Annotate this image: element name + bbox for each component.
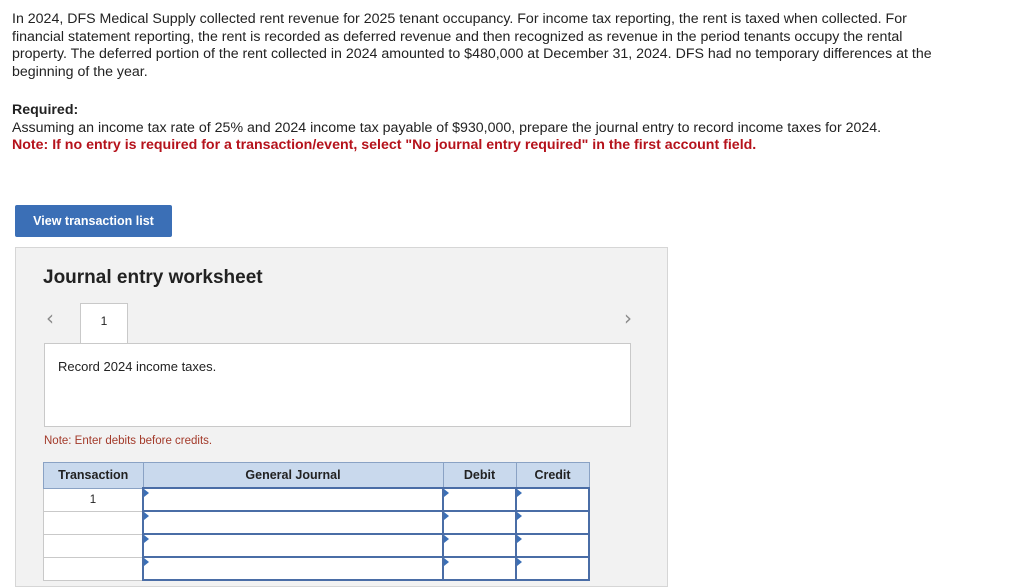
credit-field[interactable] bbox=[515, 533, 590, 558]
credit-field[interactable] bbox=[515, 487, 590, 512]
worksheet-tab-1[interactable]: 1 bbox=[80, 303, 128, 343]
dropdown-marker-icon bbox=[517, 489, 522, 497]
transaction-number: 1 bbox=[43, 487, 144, 512]
description-text: Record 2024 income taxes. bbox=[58, 359, 217, 374]
credit-input[interactable] bbox=[517, 489, 588, 510]
debits-credits-note: Note: Enter debits before credits. bbox=[44, 435, 213, 447]
table-row bbox=[43, 510, 590, 535]
required-title: Required: bbox=[12, 102, 79, 118]
dropdown-marker-icon bbox=[444, 512, 449, 520]
table-row bbox=[43, 533, 590, 558]
dropdown-marker-icon bbox=[144, 489, 149, 497]
problem-paragraph: In 2024, DFS Medical Supply collected re… bbox=[12, 11, 932, 80]
header-credit: Credit bbox=[515, 462, 590, 489]
account-field[interactable] bbox=[142, 556, 444, 581]
debit-input[interactable] bbox=[444, 489, 515, 510]
transaction-number bbox=[43, 533, 144, 558]
debit-input[interactable] bbox=[444, 512, 515, 533]
dropdown-marker-icon bbox=[517, 535, 522, 543]
view-transaction-list-button[interactable]: View transaction list bbox=[15, 205, 172, 237]
account-field[interactable] bbox=[142, 487, 444, 512]
debit-field[interactable] bbox=[442, 510, 517, 535]
journal-entry-worksheet: Journal entry worksheet ‹ 1 › Record 202… bbox=[15, 247, 668, 587]
header-general-journal: General Journal bbox=[142, 462, 444, 489]
dropdown-marker-icon bbox=[144, 535, 149, 543]
debit-input[interactable] bbox=[444, 535, 515, 556]
required-text: Assuming an income tax rate of 25% and 2… bbox=[12, 119, 882, 136]
dropdown-marker-icon bbox=[444, 535, 449, 543]
dropdown-marker-icon bbox=[144, 558, 149, 566]
header-transaction: Transaction bbox=[43, 462, 144, 489]
account-input[interactable] bbox=[144, 489, 442, 510]
account-input[interactable] bbox=[144, 512, 442, 533]
dropdown-marker-icon bbox=[517, 558, 522, 566]
table-header-row: Transaction General Journal Debit Credit bbox=[43, 462, 590, 489]
transaction-description: Record 2024 income taxes. bbox=[44, 343, 631, 427]
transaction-number bbox=[43, 556, 144, 581]
account-field[interactable] bbox=[142, 533, 444, 558]
dropdown-marker-icon bbox=[444, 489, 449, 497]
credit-field[interactable] bbox=[515, 510, 590, 535]
account-field[interactable] bbox=[142, 510, 444, 535]
chevron-right-icon[interactable]: › bbox=[624, 306, 632, 330]
credit-input[interactable] bbox=[517, 512, 588, 533]
transaction-number bbox=[43, 510, 144, 535]
header-debit: Debit bbox=[442, 462, 517, 489]
debit-field[interactable] bbox=[442, 533, 517, 558]
required-note: Note: If no entry is required for a tran… bbox=[12, 137, 757, 154]
dropdown-marker-icon bbox=[144, 512, 149, 520]
debit-field[interactable] bbox=[442, 556, 517, 581]
credit-field[interactable] bbox=[515, 556, 590, 581]
table-row bbox=[43, 556, 590, 581]
account-input[interactable] bbox=[144, 535, 442, 556]
dropdown-marker-icon bbox=[444, 558, 449, 566]
table-row: 1 bbox=[43, 487, 590, 512]
dropdown-marker-icon bbox=[517, 512, 522, 520]
problem-statement: In 2024, DFS Medical Supply collected re… bbox=[12, 11, 942, 81]
journal-table: Transaction General Journal Debit Credit… bbox=[43, 462, 590, 581]
required-section: Required: Assuming an income tax rate of… bbox=[12, 102, 952, 155]
credit-input[interactable] bbox=[517, 535, 588, 556]
account-input[interactable] bbox=[144, 558, 442, 579]
debit-field[interactable] bbox=[442, 487, 517, 512]
chevron-left-icon[interactable]: ‹ bbox=[46, 306, 54, 330]
credit-input[interactable] bbox=[517, 558, 588, 579]
worksheet-title: Journal entry worksheet bbox=[43, 267, 263, 288]
debit-input[interactable] bbox=[444, 558, 515, 579]
